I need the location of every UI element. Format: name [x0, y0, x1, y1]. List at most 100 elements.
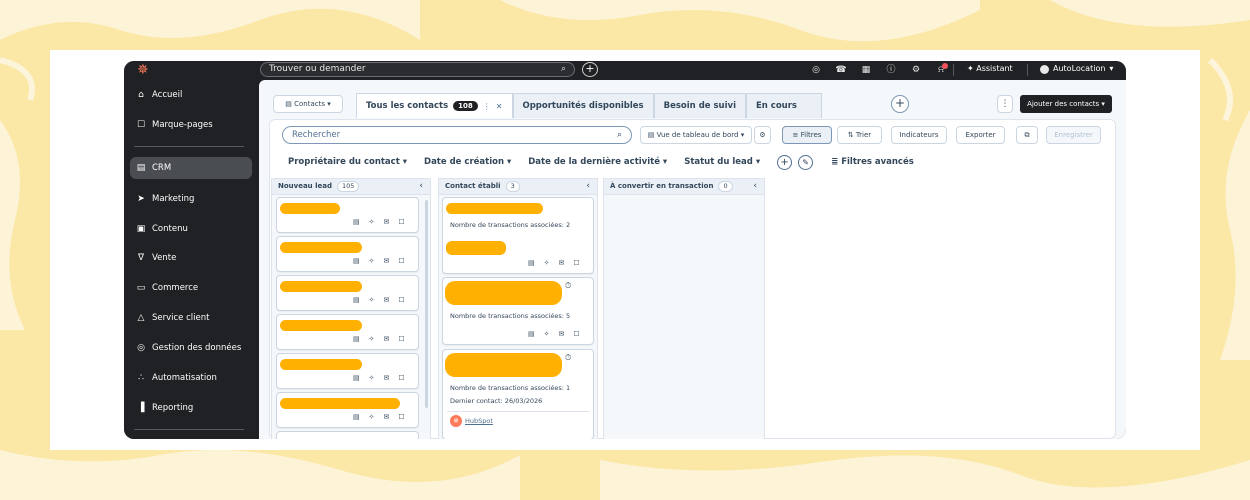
task-icon[interactable]: ☐	[573, 259, 579, 267]
collapse-chevron-icon[interactable]: ‹	[586, 179, 590, 194]
note-icon[interactable]: ▤	[353, 413, 360, 421]
add-contacts-button[interactable]: Ajouter des contacts ▾	[1020, 95, 1112, 113]
add-view-button[interactable]: +	[891, 95, 909, 113]
contact-card[interactable]	[276, 431, 419, 439]
filter-created-date-dropdown[interactable]: Date de création ▾	[424, 157, 511, 167]
email-icon[interactable]: ✉	[559, 330, 565, 338]
indicators-button[interactable]: Indicateurs	[891, 126, 947, 144]
collapse-chevron-icon[interactable]: ‹	[419, 179, 423, 194]
contact-card[interactable]: ▤ ✧ ✉ ☐	[276, 236, 419, 272]
sidebar-item-marque-pages[interactable]: ☐ Marque-pages	[130, 114, 252, 136]
view-settings-button[interactable]: ⚙	[754, 126, 771, 144]
sidebar-item-accueil[interactable]: ⌂ Accueil	[130, 84, 252, 106]
phone-icon[interactable]: ☎	[833, 63, 849, 77]
note-icon[interactable]: ▤	[353, 296, 360, 304]
task-icon[interactable]: ☐	[573, 330, 579, 338]
sparkle-icon[interactable]: ✧	[369, 296, 375, 304]
sidebar-item-service-client[interactable]: △ Service client	[130, 307, 252, 329]
sparkle-icon[interactable]: ✧	[369, 218, 375, 226]
help-icon[interactable]: ◎	[808, 63, 824, 77]
sidebar-item-reporting[interactable]: ▐ Reporting	[130, 397, 252, 419]
task-icon[interactable]: ☐	[398, 335, 404, 343]
search-input[interactable]: Rechercher ⌕	[282, 126, 632, 144]
add-filter-button[interactable]: +	[777, 154, 793, 170]
more-vertical-icon[interactable]: ⋮	[483, 95, 491, 118]
close-icon[interactable]: ✕	[496, 95, 503, 118]
gear-icon[interactable]: ⚙	[908, 63, 924, 77]
column-count: 105	[337, 181, 360, 192]
email-icon[interactable]: ✉	[384, 218, 390, 226]
task-icon[interactable]: ☐	[398, 413, 404, 421]
view-selector-dropdown[interactable]: ▤ Vue de tableau de bord ▾	[640, 126, 752, 144]
sidebar-item-crm[interactable]: ▤ CRM	[130, 157, 252, 179]
redacted-name	[280, 281, 362, 292]
filter-lead-status-dropdown[interactable]: Statut du lead ▾	[684, 157, 760, 167]
task-icon[interactable]: ☐	[398, 218, 404, 226]
collapse-chevron-icon[interactable]: ‹	[753, 179, 757, 194]
tab-besoin-de-suivi[interactable]: Besoin de suivi	[653, 93, 746, 118]
sort-button[interactable]: ⇅ Trier	[837, 126, 882, 144]
sparkle-icon[interactable]: ✧	[369, 374, 375, 382]
note-icon[interactable]: ▤	[528, 259, 535, 267]
column-scrollbar[interactable]	[425, 200, 428, 408]
email-icon[interactable]: ✉	[384, 413, 390, 421]
source-link[interactable]: HubSpot	[465, 415, 493, 427]
assistant-button[interactable]: ✦ Assistant	[967, 62, 1013, 76]
email-icon[interactable]: ✉	[384, 257, 390, 265]
note-icon[interactable]: ▤	[353, 374, 360, 382]
contact-card[interactable]: ▤ ✧ ✉ ☐	[276, 275, 419, 311]
tab-opportunites-disponibles[interactable]: Opportunités disponibles	[512, 93, 654, 118]
sparkle-icon[interactable]: ✧	[544, 259, 550, 267]
contact-card[interactable]: ▤ ✧ ✉ ☐	[276, 392, 419, 428]
create-new-button[interactable]: +	[582, 62, 598, 77]
contact-card[interactable]: ⏱ Nombre de transactions associées: 5 ▤ ✧…	[442, 277, 594, 345]
sidebar-item-contenu[interactable]: ▣ Contenu	[130, 218, 252, 240]
note-icon[interactable]: ▤	[353, 257, 360, 265]
global-search-input[interactable]: Trouver ou demander ⌕	[260, 62, 575, 77]
note-icon[interactable]: ▤	[353, 218, 360, 226]
email-icon[interactable]: ✉	[384, 296, 390, 304]
sidebar-item-automatisation[interactable]: ∴ Automatisation	[130, 367, 252, 389]
more-actions-button[interactable]: ⋮	[997, 95, 1013, 113]
export-button[interactable]: Exporter	[956, 126, 1005, 144]
note-icon[interactable]: ▤	[353, 335, 360, 343]
hubspot-logo-icon[interactable]: ✵	[137, 62, 149, 78]
contact-card[interactable]: ▤ ✧ ✉ ☐	[276, 353, 419, 389]
tab-tous-les-contacts[interactable]: Tous les contacts 108 ⋮ ✕	[356, 93, 513, 118]
note-icon[interactable]: ▤	[528, 330, 535, 338]
question-icon[interactable]: ⓘ	[883, 63, 899, 77]
sidebar-item-commerce[interactable]: ▭ Commerce	[130, 277, 252, 299]
column-header-nouveau-lead[interactable]: Nouveau lead 105 ‹	[271, 178, 431, 195]
filters-button[interactable]: ≡ Filtres	[782, 126, 832, 144]
email-icon[interactable]: ✉	[559, 259, 565, 267]
bell-icon[interactable]: ⍾	[933, 62, 949, 77]
contact-card[interactable]: ⏱ Nombre de transactions associées: 1 De…	[442, 349, 594, 439]
filter-owner-dropdown[interactable]: Propriétaire du contact ▾	[288, 157, 407, 167]
save-button[interactable]: Enregistrer	[1046, 126, 1101, 144]
account-menu[interactable]: AutoLocation ▾	[1040, 62, 1113, 76]
filter-last-activity-dropdown[interactable]: Date de la dernière activité ▾	[528, 157, 667, 167]
sidebar-item-marketing[interactable]: ➤ Marketing	[130, 188, 252, 210]
contact-card[interactable]: Nombre de transactions associées: 2 ▤ ✧ ✉ ☐	[442, 197, 594, 274]
task-icon[interactable]: ☐	[398, 257, 404, 265]
sidebar-item-vente[interactable]: ∇ Vente	[130, 247, 252, 269]
column-header-contact-etabli[interactable]: Contact établi 3 ‹	[438, 178, 598, 195]
sparkle-icon[interactable]: ✧	[544, 330, 550, 338]
marketplace-icon[interactable]: ▦	[858, 63, 874, 77]
duplicate-view-button[interactable]: ⧉	[1016, 126, 1038, 144]
email-icon[interactable]: ✉	[384, 335, 390, 343]
contact-card[interactable]: ▤ ✧ ✉ ☐	[276, 314, 419, 350]
sparkle-icon[interactable]: ✧	[369, 413, 375, 421]
sidebar-item-gestion-donnees[interactable]: ◎ Gestion des données	[130, 337, 252, 359]
contact-card[interactable]: ▤ ✧ ✉ ☐	[276, 197, 419, 233]
task-icon[interactable]: ☐	[398, 374, 404, 382]
tab-en-cours[interactable]: En cours	[745, 93, 822, 118]
object-selector-dropdown[interactable]: ▤ Contacts ▾	[273, 95, 343, 113]
sparkle-icon[interactable]: ✧	[369, 257, 375, 265]
sparkle-icon[interactable]: ✧	[369, 335, 375, 343]
task-icon[interactable]: ☐	[398, 296, 404, 304]
email-icon[interactable]: ✉	[384, 374, 390, 382]
advanced-filters-button[interactable]: ≣ Filtres avancés	[831, 157, 914, 167]
column-header-a-convertir[interactable]: À convertir en transaction 0 ‹	[603, 178, 765, 195]
edit-filters-button[interactable]: ✎	[798, 154, 814, 170]
